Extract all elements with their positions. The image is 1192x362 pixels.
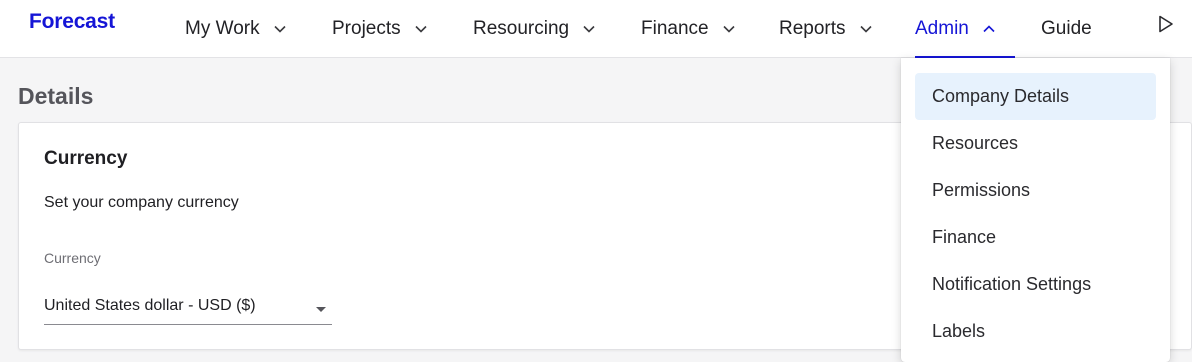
menu-item-label: Finance (932, 227, 997, 247)
play-icon[interactable] (1158, 15, 1174, 33)
chevron-down-icon (274, 25, 286, 33)
currency-select-value: United States dollar - USD ($) (44, 297, 256, 314)
nav-admin[interactable]: Admin (915, 0, 1015, 59)
card-description: Set your company currency (44, 194, 239, 211)
forecast-logo[interactable]: Forecast (29, 10, 115, 34)
page-title: Details (18, 83, 94, 109)
nav-guide[interactable]: Guide (1041, 0, 1092, 57)
chevron-down-icon (415, 25, 427, 33)
menu-item-label: Permissions (932, 180, 1031, 200)
nav-my-work[interactable]: My Work (185, 0, 286, 57)
nav-finance[interactable]: Finance (641, 0, 735, 57)
menu-item-labels[interactable]: Labels (915, 308, 1156, 355)
menu-item-label: Company Details (932, 86, 1070, 106)
card-title: Currency (44, 148, 128, 169)
menu-item-label: Notification Settings (932, 274, 1092, 294)
menu-item-notification-settings[interactable]: Notification Settings (915, 261, 1156, 308)
menu-item-company-details[interactable]: Company Details (915, 73, 1156, 120)
chevron-down-icon (583, 25, 595, 33)
nav-item-label: Guide (1041, 17, 1092, 39)
nav-item-label: Reports (779, 17, 846, 39)
currency-field-label: Currency (44, 250, 101, 266)
nav-reports[interactable]: Reports (779, 0, 872, 57)
nav-resourcing[interactable]: Resourcing (473, 0, 595, 57)
top-navigation-bar: Forecast My Work Projects Resourcing Fin… (0, 0, 1192, 59)
nav-item-label: Admin (915, 17, 969, 39)
nav-item-label: Resourcing (473, 17, 570, 39)
nav-item-label: Projects (332, 17, 401, 39)
menu-item-label: Labels (932, 321, 986, 341)
menu-item-permissions[interactable]: Permissions (915, 167, 1156, 214)
chevron-down-icon (723, 25, 735, 33)
admin-dropdown-menu: Company Details Resources Permissions Fi… (901, 58, 1170, 362)
caret-down-icon (316, 307, 326, 312)
chevron-down-icon (859, 25, 872, 33)
nav-projects[interactable]: Projects (332, 0, 427, 57)
nav-item-label: My Work (185, 17, 260, 39)
chevron-up-icon (983, 24, 995, 32)
menu-item-label: Resources (932, 133, 1019, 153)
nav-item-label: Finance (641, 17, 709, 39)
currency-select[interactable]: United States dollar - USD ($) (44, 291, 332, 325)
menu-item-finance[interactable]: Finance (915, 214, 1156, 261)
menu-item-resources[interactable]: Resources (915, 120, 1156, 167)
